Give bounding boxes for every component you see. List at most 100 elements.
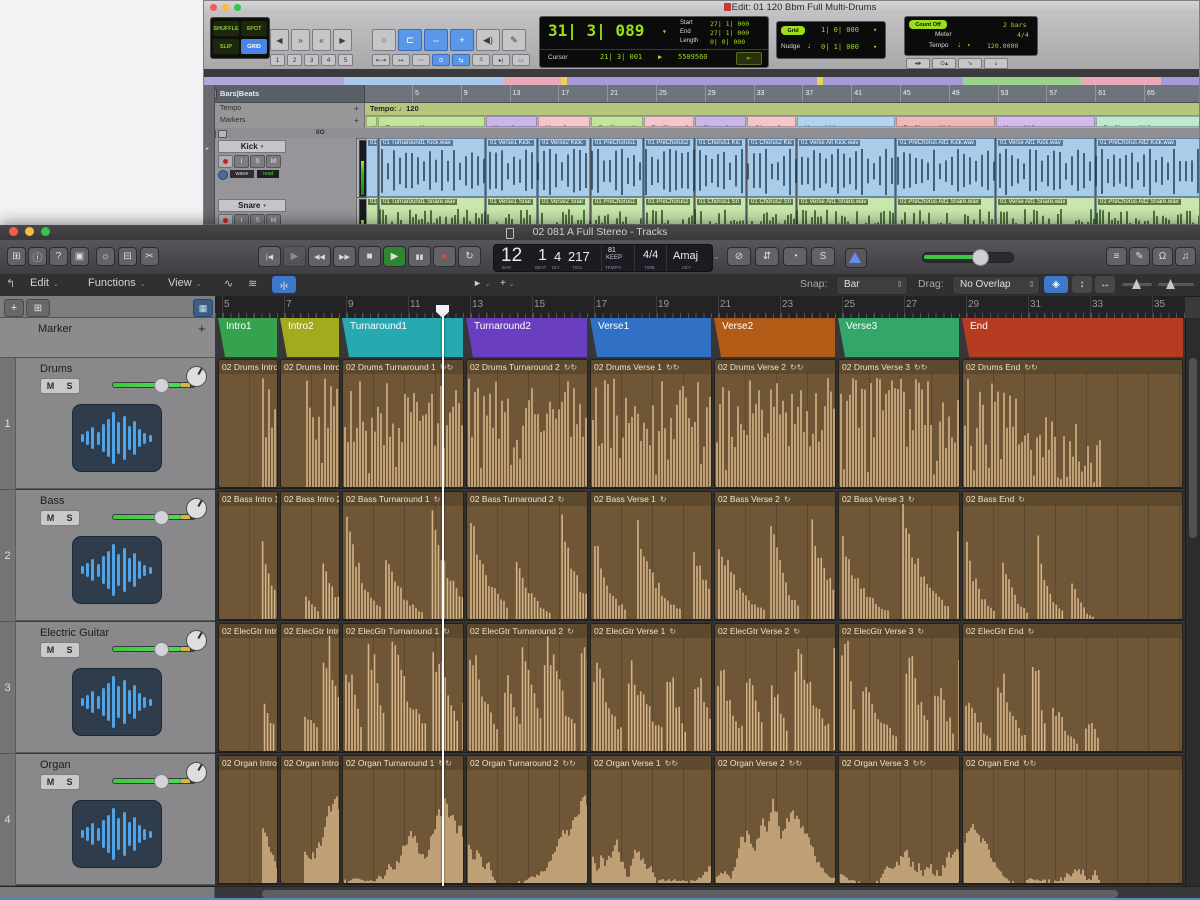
- marker-segment[interactable]: ◆Verse Alt2: [996, 116, 1095, 127]
- region[interactable]: 02 Bass Turnaround 1↻: [342, 491, 464, 620]
- tuner-button[interactable]: ◔: [783, 247, 807, 266]
- pan-knob[interactable]: [186, 366, 207, 387]
- region[interactable]: 02 Bass End↻: [962, 491, 1183, 620]
- mute-button[interactable]: M: [40, 642, 61, 658]
- lcd-bar[interactable]: 12: [501, 245, 522, 267]
- region[interactable]: 02 Organ Turnaround 1↻↻: [342, 755, 464, 884]
- logic-triangle-icon[interactable]: [845, 248, 867, 268]
- volume-slider[interactable]: [112, 514, 196, 520]
- horizontal-zoom-slider[interactable]: [1158, 283, 1194, 286]
- marker-segment[interactable]: ◆Verse2: [538, 116, 590, 127]
- logic-titlebar[interactable]: 02 081 A Full Stereo - Tracks: [0, 225, 1200, 241]
- grid-value[interactable]: 1| 0| 000: [821, 26, 859, 34]
- pointer-tool-menu[interactable]: ► ⌄: [473, 278, 490, 288]
- track-header[interactable]: Kick▾ISMwaveread: [214, 138, 357, 197]
- lcd-chevron-icon[interactable]: ⌄: [713, 252, 720, 261]
- close-icon[interactable]: [9, 227, 18, 236]
- grid-mode-button[interactable]: GRID: [241, 39, 267, 54]
- solo-button[interactable]: S: [60, 378, 80, 394]
- grid-nudge-cluster[interactable]: Grid 1| 0| 000 ▾ Nudge ♩ 0| 1| 000 ▾: [776, 21, 886, 59]
- inspector-icon[interactable]: ⓘ: [28, 247, 47, 266]
- zoom-preset-button[interactable]: 2: [287, 54, 302, 66]
- waveform-view-chip[interactable]: wave: [230, 170, 254, 178]
- marker-segment[interactable]: ◆Chorus2: [747, 116, 796, 127]
- note-pads-icon[interactable]: ✎: [1129, 247, 1150, 266]
- counter-dropdown-icon[interactable]: ▾: [662, 27, 667, 36]
- region[interactable]: 02 Bass Verse 2↻: [714, 491, 836, 620]
- smart-controls-icon[interactable]: ☼: [96, 247, 115, 266]
- zoom-preset-button[interactable]: 5: [338, 54, 353, 66]
- region[interactable]: 02 ElecGtr Turnaround 1↻: [342, 623, 464, 752]
- nudge-dropdown-icon[interactable]: ▾: [873, 43, 877, 51]
- pencil-tool-icon[interactable]: ✎: [502, 29, 526, 51]
- grabber-tool-icon[interactable]: +: [450, 29, 474, 51]
- track-header[interactable]: OrganMS: [16, 754, 215, 885]
- marker-turnaround1[interactable]: Turnaround1: [342, 318, 463, 357]
- close-icon[interactable]: [210, 4, 217, 11]
- region[interactable]: 02 Organ End↻↻: [962, 755, 1183, 884]
- snap-select[interactable]: Bar ⇕: [836, 276, 908, 295]
- region[interactable]: 02 Drums Intro 1: [218, 359, 278, 488]
- volume-thumb[interactable]: [154, 510, 169, 525]
- region[interactable]: 02 Bass Verse 3↻: [838, 491, 960, 620]
- volume-thumb[interactable]: [154, 378, 169, 393]
- volume-thumb[interactable]: [154, 642, 169, 657]
- vertical-auto-zoom-button[interactable]: ↕: [1072, 276, 1092, 293]
- marker-segment[interactable]: ◆Verse Alt1: [797, 116, 895, 127]
- play-button[interactable]: ▶: [383, 246, 406, 267]
- mute-button[interactable]: M: [40, 378, 61, 394]
- spot-mode-button[interactable]: SPOT: [241, 21, 267, 36]
- marker-segment[interactable]: ◆PreChorus Alt1: [896, 116, 995, 127]
- tempo-note-icon[interactable]: ♩: [957, 41, 961, 49]
- region[interactable]: 02 Drums Verse 2↻↻: [714, 359, 836, 488]
- solo-button[interactable]: S: [60, 510, 80, 526]
- play-from-selection-button[interactable]: ▶: [283, 246, 306, 267]
- count-off-value[interactable]: 2 bars: [1003, 21, 1026, 29]
- rewind-button[interactable]: ◀◀: [308, 246, 331, 267]
- selector-tool-icon[interactable]: ⇔: [424, 29, 448, 51]
- track-number[interactable]: 4: [0, 754, 16, 886]
- region[interactable]: 02 Drums Turnaround 1↻↻: [342, 359, 464, 488]
- solo-button[interactable]: S: [60, 774, 80, 790]
- transport-setup-cluster[interactable]: Count Off 2 bars Meter 4/4 Tempo ♩ ▾ 120…: [904, 16, 1038, 56]
- tempo-value[interactable]: 120.0000: [987, 42, 1018, 50]
- zoom-window-icon[interactable]: [41, 227, 50, 236]
- meter-value[interactable]: 4/4: [1017, 31, 1029, 39]
- duplicate-track-button[interactable]: ⊞: [26, 299, 50, 317]
- marker-intro1[interactable]: Intro1: [218, 318, 277, 357]
- mute-button[interactable]: M: [40, 774, 61, 790]
- lcd-time-signature[interactable]: 4/4: [643, 249, 658, 261]
- tempo-dropdown-icon[interactable]: ▾: [967, 42, 971, 49]
- region[interactable]: 02 ElecGtr Verse 2↻: [714, 623, 836, 752]
- track-lane[interactable]: 02 Drums Intro 102 Drums Intro 202 Drums…: [215, 358, 1185, 489]
- i-button[interactable]: I: [234, 155, 249, 168]
- mute-button[interactable]: M: [40, 510, 61, 526]
- region[interactable]: 02 Bass Intro 1: [218, 491, 278, 620]
- track-lane[interactable]: 0101 Turnaround1 Kick.wav01 Verse1 Kick.…: [366, 138, 1200, 197]
- marker-segment[interactable]: ◆Chorus1: [695, 116, 746, 127]
- zoom-window-icon[interactable]: [234, 4, 241, 11]
- track-header[interactable]: Electric GuitarMS: [16, 622, 215, 753]
- vertical-scrollbar-thumb[interactable]: [1189, 358, 1197, 538]
- edit-cursor-icon[interactable]: ⇔: [654, 88, 663, 98]
- forward-button[interactable]: ▶▶: [333, 246, 356, 267]
- menu-functions[interactable]: Functions⌄: [88, 277, 146, 289]
- automation-icon[interactable]: ∿: [224, 277, 233, 290]
- marker-verse3[interactable]: Verse3: [838, 318, 959, 357]
- logic-marker-lane[interactable]: Intro1Intro2Turnaround1Turnaround2Verse1…: [215, 318, 1185, 358]
- end-value[interactable]: 27| 1| 000: [710, 29, 749, 37]
- scroll-next-icon[interactable]: ▸|: [492, 54, 510, 66]
- region[interactable]: 02 ElecGtr Intro 2: [280, 623, 340, 752]
- zoomer-tool-icon[interactable]: ○: [372, 29, 396, 51]
- volume-slider[interactable]: [112, 646, 196, 652]
- pan-knob[interactable]: [186, 762, 207, 783]
- auto-zoom-icon[interactable]: ↰: [6, 277, 15, 290]
- record-enable-button[interactable]: [218, 214, 233, 225]
- marker-intro2[interactable]: Intro2: [280, 318, 339, 357]
- region[interactable]: 02 Drums Intro 2: [280, 359, 340, 488]
- zoom-preset-button[interactable]: 4: [321, 54, 336, 66]
- track-lane[interactable]: 02 Bass Intro 102 Bass Intro 202 Bass Tu…: [215, 490, 1185, 621]
- lcd-tick[interactable]: 217: [568, 249, 590, 264]
- vzoom-thumb[interactable]: [1132, 279, 1141, 289]
- zoom-arrow-button[interactable]: ◀: [270, 29, 289, 51]
